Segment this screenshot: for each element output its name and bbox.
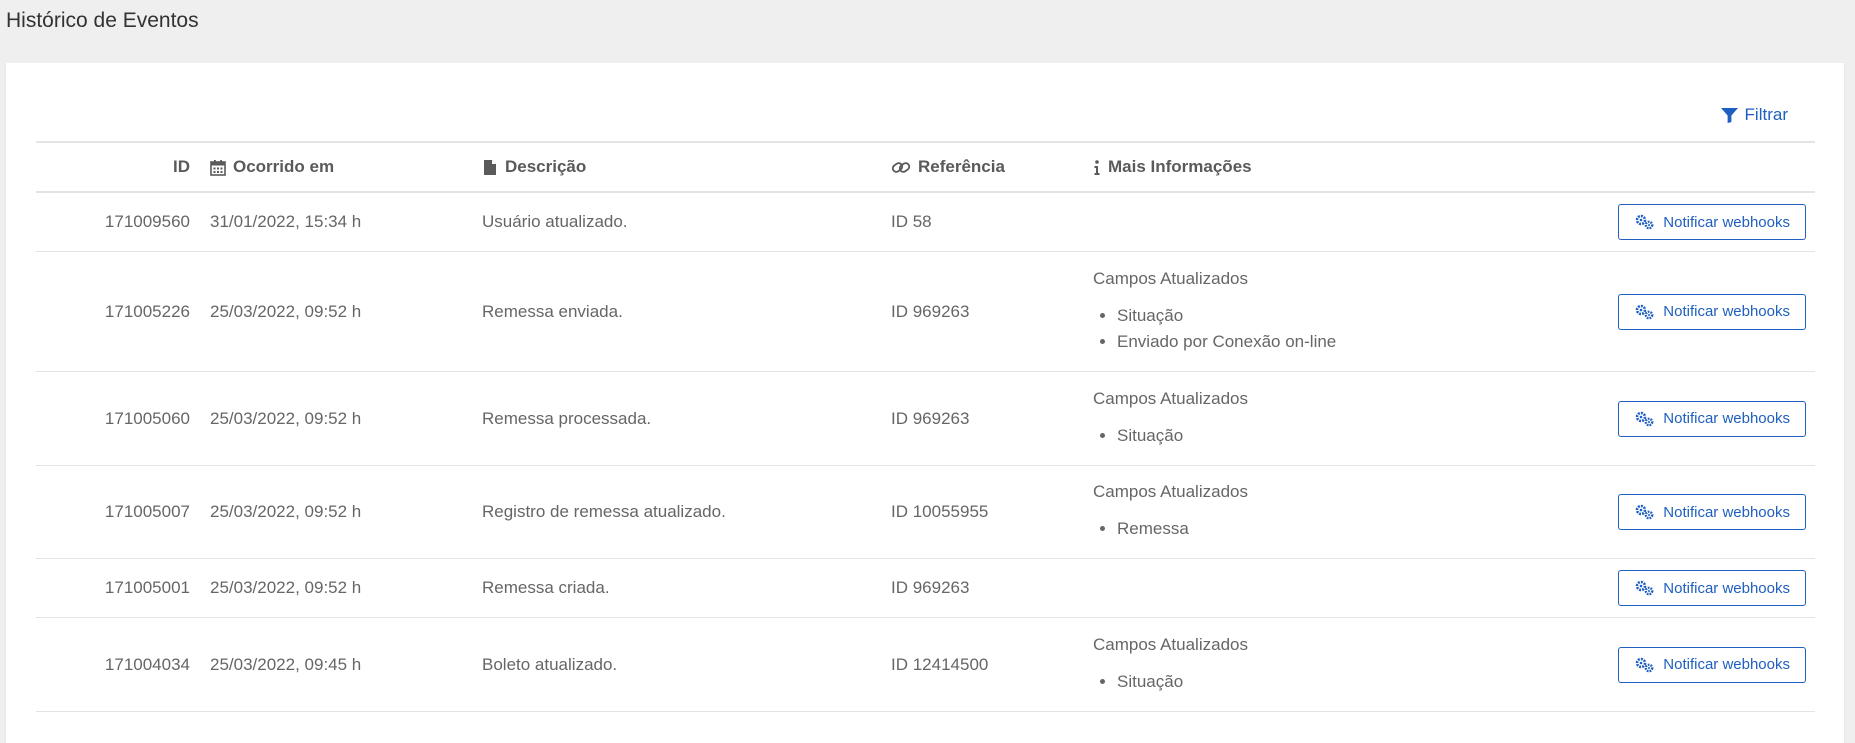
- notify-webhooks-label: Notificar webhooks: [1663, 303, 1790, 320]
- cell-description: Remessa criada.: [482, 558, 891, 618]
- cell-info: Campos Atualizados Situação: [1093, 617, 1613, 712]
- cell-info: Campos Atualizados Remessa: [1093, 465, 1613, 559]
- table-row: 171005060 25/03/2022, 09:52 h Remessa pr…: [36, 371, 1815, 466]
- header-info-label: Mais Informações: [1108, 157, 1252, 176]
- link-icon: [891, 161, 911, 173]
- header-date[interactable]: Ocorrido em: [210, 141, 482, 193]
- cell-reference: ID 969263: [891, 371, 1093, 466]
- cell-description: Usuário atualizado.: [482, 192, 891, 252]
- cell-actions: Notificar webhooks: [1613, 192, 1815, 252]
- header-reference[interactable]: Referência: [891, 141, 1093, 193]
- info-title: Campos Atualizados: [1093, 268, 1248, 288]
- cell-reference: ID 969263: [891, 558, 1093, 618]
- events-card: Filtrar ID Ocorrido em Descrição Referên…: [6, 63, 1844, 743]
- cell-actions: Notificar webhooks: [1613, 558, 1815, 618]
- cell-date: 25/03/2022, 09:45 h: [210, 617, 482, 712]
- info-item: Situação: [1117, 669, 1613, 695]
- cell-id: 171005007: [36, 465, 210, 559]
- header-description[interactable]: Descrição: [482, 141, 891, 193]
- cell-reference: ID 12414500: [891, 617, 1093, 712]
- info-item: Enviado por Conexão on-line: [1117, 329, 1613, 355]
- cell-actions: Notificar webhooks: [1613, 251, 1815, 372]
- cell-info: Campos Atualizados Situação Enviado por …: [1093, 251, 1613, 372]
- table-row: 171005226 25/03/2022, 09:52 h Remessa en…: [36, 251, 1815, 372]
- gears-icon: [1635, 580, 1654, 596]
- info-icon: [1094, 159, 1100, 175]
- cell-info: Campos Atualizados Situação: [1093, 371, 1613, 466]
- cell-id: 171004034: [36, 617, 210, 712]
- info-item: Remessa: [1117, 516, 1613, 542]
- header-info[interactable]: Mais Informações: [1093, 141, 1613, 193]
- notify-webhooks-button[interactable]: Notificar webhooks: [1618, 570, 1806, 606]
- notify-webhooks-label: Notificar webhooks: [1663, 656, 1790, 673]
- info-item: Situação: [1117, 423, 1613, 449]
- page-title: Histórico de Eventos: [6, 9, 199, 32]
- cell-actions: Notificar webhooks: [1613, 465, 1815, 559]
- notify-webhooks-button[interactable]: Notificar webhooks: [1618, 646, 1806, 683]
- header-description-label: Descrição: [505, 157, 587, 176]
- notify-webhooks-button[interactable]: Notificar webhooks: [1618, 494, 1806, 530]
- notify-webhooks-label: Notificar webhooks: [1663, 579, 1790, 597]
- filter-button[interactable]: Filtrar: [1720, 105, 1788, 125]
- cell-id: 171005226: [36, 251, 210, 372]
- toolbar: Filtrar: [1720, 105, 1788, 125]
- cell-actions: Notificar webhooks: [1613, 371, 1815, 466]
- gears-icon: [1635, 504, 1654, 520]
- gears-icon: [1635, 411, 1654, 426]
- cell-description: Registro de remessa atualizado.: [482, 465, 891, 559]
- calendar-icon: [210, 159, 226, 176]
- filter-icon: [1720, 107, 1738, 123]
- gears-icon: [1635, 304, 1654, 319]
- cell-date: 25/03/2022, 09:52 h: [210, 371, 482, 466]
- cell-info: [1093, 192, 1613, 252]
- notify-webhooks-label: Notificar webhooks: [1663, 503, 1790, 521]
- info-title: Campos Atualizados: [1093, 482, 1248, 501]
- cell-date: 25/03/2022, 09:52 h: [210, 465, 482, 559]
- header-actions: [1613, 141, 1815, 193]
- header-reference-label: Referência: [918, 157, 1005, 176]
- cell-description: Remessa enviada.: [482, 251, 891, 372]
- page-header: Histórico de Eventos: [0, 0, 1855, 62]
- cell-id: 171005060: [36, 371, 210, 466]
- header-date-label: Ocorrido em: [233, 157, 335, 176]
- cell-description: Remessa processada.: [482, 371, 891, 466]
- cell-reference: ID 969263: [891, 251, 1093, 372]
- cell-description: Boleto atualizado.: [482, 617, 891, 712]
- info-title: Campos Atualizados: [1093, 388, 1248, 408]
- info-list: Remessa: [1093, 516, 1613, 542]
- info-list: Situação: [1093, 669, 1613, 695]
- info-list: Situação: [1093, 423, 1613, 449]
- cell-actions: Notificar webhooks: [1613, 617, 1815, 712]
- notify-webhooks-button[interactable]: Notificar webhooks: [1618, 204, 1806, 240]
- table-row: 171009560 31/01/2022, 15:34 h Usuário at…: [36, 192, 1815, 252]
- gears-icon: [1635, 657, 1654, 672]
- events-table: ID Ocorrido em Descrição Referência Mais…: [36, 141, 1815, 712]
- info-list: Situação Enviado por Conexão on-line: [1093, 303, 1613, 355]
- cell-id: 171005001: [36, 558, 210, 618]
- table-header-row: ID Ocorrido em Descrição Referência Mais…: [36, 141, 1815, 193]
- cell-id: 171009560: [36, 192, 210, 252]
- cell-date: 31/01/2022, 15:34 h: [210, 192, 482, 252]
- header-id[interactable]: ID: [36, 141, 210, 193]
- cell-reference: ID 58: [891, 192, 1093, 252]
- cell-date: 25/03/2022, 09:52 h: [210, 251, 482, 372]
- filter-label: Filtrar: [1744, 105, 1788, 124]
- info-item: Situação: [1117, 303, 1613, 329]
- header-id-label: ID: [173, 157, 190, 176]
- table-row: 171004034 25/03/2022, 09:45 h Boleto atu…: [36, 617, 1815, 712]
- info-title: Campos Atualizados: [1093, 634, 1248, 654]
- notify-webhooks-label: Notificar webhooks: [1663, 410, 1790, 427]
- notify-webhooks-button[interactable]: Notificar webhooks: [1618, 400, 1806, 437]
- gears-icon: [1635, 214, 1654, 230]
- notify-webhooks-label: Notificar webhooks: [1663, 213, 1790, 231]
- notify-webhooks-button[interactable]: Notificar webhooks: [1618, 293, 1806, 330]
- cell-reference: ID 10055955: [891, 465, 1093, 559]
- table-row: 171005001 25/03/2022, 09:52 h Remessa cr…: [36, 558, 1815, 618]
- cell-date: 25/03/2022, 09:52 h: [210, 558, 482, 618]
- file-icon: [484, 159, 496, 175]
- table-row: 171005007 25/03/2022, 09:52 h Registro d…: [36, 465, 1815, 559]
- cell-info: [1093, 558, 1613, 618]
